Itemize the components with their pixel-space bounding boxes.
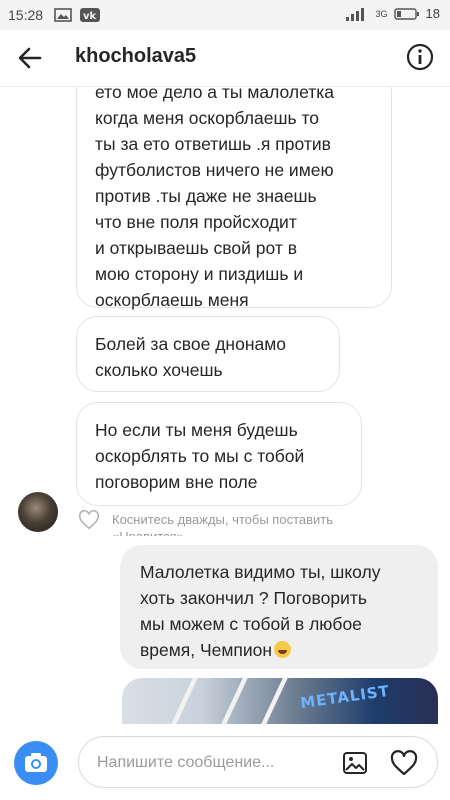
info-icon[interactable] — [406, 43, 434, 71]
message-line: Болей за свое днонамо — [95, 334, 286, 354]
photo-beam — [171, 678, 198, 724]
svg-text:vk: vk — [83, 11, 97, 22]
status-time: 15:28 — [8, 7, 44, 23]
chat-header: khocholava5 — [0, 30, 450, 87]
incoming-message[interactable]: Болей за свое днонамо сколько хочешь — [76, 316, 340, 392]
like-hint: Коснитесь дважды, чтобы поставить «Нрави… — [78, 509, 398, 539]
message-input-wrapper — [78, 736, 438, 788]
message-line: что вне поля пройсходит — [95, 212, 297, 232]
network-type: 3G — [375, 8, 388, 19]
message-line: оскорблять то мы с тобой — [95, 446, 305, 466]
message-line: против .ты даже не знаешь — [95, 186, 317, 206]
message-line: сколько хочешь — [95, 360, 223, 380]
image-icon — [54, 8, 72, 22]
message-line: футболистов ничего не имею — [95, 160, 334, 180]
status-bar: 15:28 vk 3G 18 — [0, 0, 450, 30]
message-line: хоть закончил ? Поговорить — [140, 588, 367, 608]
message-input[interactable] — [95, 750, 329, 776]
photo-beam — [221, 678, 248, 724]
message-line: и открываешь свой рот в — [95, 238, 298, 258]
message-line: Но если ты меня будешь — [95, 420, 298, 440]
photo-beam — [261, 678, 288, 724]
heart-icon[interactable] — [389, 749, 419, 777]
message-line: оскорблаешь меня — [95, 290, 249, 310]
sender-avatar[interactable] — [18, 492, 58, 532]
gallery-icon[interactable] — [341, 749, 369, 777]
chat-username[interactable]: khocholava5 — [75, 45, 196, 68]
camera-icon — [25, 753, 47, 772]
like-hint-line: «Нравится» — [112, 528, 333, 536]
battery-level: 18 — [425, 6, 440, 21]
battery-icon — [393, 7, 419, 20]
outgoing-message[interactable]: Малолетка видимо ты, школу хоть закончил… — [120, 545, 438, 669]
message-composer — [0, 724, 450, 800]
back-arrow-icon[interactable] — [16, 44, 44, 72]
message-line: Малолетка видимо ты, школу — [140, 562, 381, 582]
message-line: время, Чемпион — [140, 640, 273, 660]
incoming-message[interactable]: Но если ты меня будешь оскорблять то мы … — [76, 402, 362, 506]
heart-outline-icon[interactable] — [78, 509, 100, 531]
message-line: мою сторону и пиздишь и — [95, 264, 304, 284]
message-line: когда меня оскорблаешь то — [95, 108, 320, 128]
photo-sign-text: METALIST — [299, 681, 391, 713]
vk-icon: vk — [80, 8, 100, 22]
status-right: 3G 18 — [344, 6, 440, 21]
signal-icon — [345, 7, 364, 21]
camera-button[interactable] — [14, 741, 58, 785]
shared-photo[interactable]: METALIST — [122, 678, 438, 724]
message-line: ты за ето ответишь .я против — [95, 134, 331, 154]
message-line: поговорим вне поле — [95, 472, 258, 492]
like-hint-text: Коснитесь дважды, чтобы поставить «Нрави… — [112, 511, 333, 536]
message-line: мы можем с тобой в любое — [140, 614, 362, 634]
incoming-message[interactable]: ето мое дело а ты малолетка когда меня о… — [76, 68, 392, 310]
like-hint-line: Коснитесь дважды, чтобы поставить — [112, 512, 334, 527]
laughing-emoji-icon — [274, 641, 292, 658]
